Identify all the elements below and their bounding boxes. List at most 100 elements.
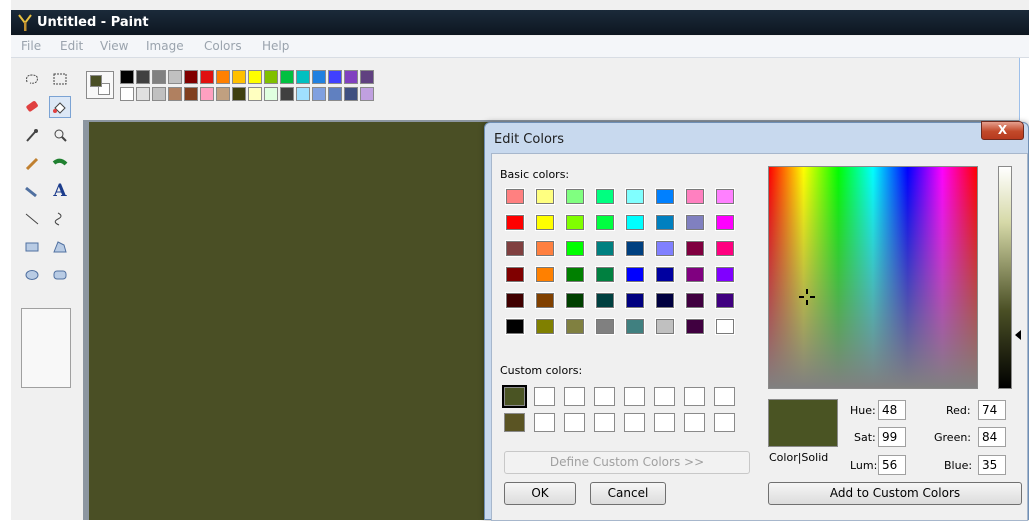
current-colors-box[interactable] [86,71,114,99]
basic-color-swatch[interactable] [685,240,705,257]
palette-swatch[interactable] [264,87,278,101]
foreground-color[interactable] [90,75,102,87]
eraser-tool[interactable] [21,96,43,118]
fill-tool[interactable] [49,96,71,118]
sat-field[interactable]: 99 [878,427,906,447]
palette-swatch[interactable] [296,70,310,84]
basic-color-swatch[interactable] [535,292,555,309]
basic-color-swatch[interactable] [505,266,525,283]
menu-colors[interactable]: Colors [204,39,242,53]
basic-color-swatch[interactable] [715,188,735,205]
basic-color-swatch[interactable] [625,292,645,309]
color-spectrum[interactable] [768,166,978,389]
basic-color-swatch[interactable] [565,188,585,205]
menu-file[interactable]: File [21,39,41,53]
custom-color-swatch[interactable] [684,387,705,406]
basic-color-swatch[interactable] [655,188,675,205]
cancel-button[interactable]: Cancel [590,482,666,505]
lum-field[interactable]: 56 [878,455,906,475]
custom-color-swatch[interactable] [654,387,675,406]
basic-color-swatch[interactable] [595,214,615,231]
basic-color-swatch[interactable] [505,318,525,335]
palette-swatch[interactable] [248,87,262,101]
red-field[interactable]: 74 [978,400,1006,420]
line-tool[interactable] [21,208,43,230]
basic-color-swatch[interactable] [715,214,735,231]
basic-color-swatch[interactable] [565,318,585,335]
basic-color-swatch[interactable] [715,240,735,257]
select-tool[interactable] [49,68,71,90]
palette-swatch[interactable] [216,70,230,84]
custom-color-swatch[interactable] [594,387,615,406]
curve-tool[interactable] [49,208,71,230]
ok-button[interactable]: OK [504,482,576,505]
free-form-select-tool[interactable] [21,68,43,90]
basic-color-swatch[interactable] [505,214,525,231]
pencil-tool[interactable] [21,152,43,174]
palette-swatch[interactable] [280,87,294,101]
tool-options-box[interactable] [21,308,71,388]
custom-color-swatch[interactable] [502,385,527,408]
add-to-custom-colors-button[interactable]: Add to Custom Colors [768,482,1022,505]
title-bar[interactable]: Untitled - Paint [11,10,1029,35]
custom-color-swatch[interactable] [714,413,735,432]
menu-view[interactable]: View [100,39,128,53]
menu-help[interactable]: Help [262,39,289,53]
basic-color-swatch[interactable] [565,240,585,257]
ellipse-tool[interactable] [21,264,43,286]
palette-swatch[interactable] [200,87,214,101]
palette-swatch[interactable] [296,87,310,101]
basic-color-swatch[interactable] [535,266,555,283]
basic-color-swatch[interactable] [595,266,615,283]
palette-swatch[interactable] [152,87,166,101]
basic-color-swatch[interactable] [685,266,705,283]
basic-color-swatch[interactable] [715,266,735,283]
basic-color-swatch[interactable] [505,292,525,309]
basic-color-swatch[interactable] [595,240,615,257]
custom-color-swatch[interactable] [624,413,645,432]
basic-color-swatch[interactable] [655,292,675,309]
custom-color-swatch[interactable] [714,387,735,406]
palette-swatch[interactable] [136,87,150,101]
custom-color-swatch[interactable] [564,387,585,406]
text-tool[interactable]: A [49,180,71,202]
palette-swatch[interactable] [200,70,214,84]
palette-swatch[interactable] [328,70,342,84]
custom-color-swatch[interactable] [564,413,585,432]
basic-color-swatch[interactable] [535,318,555,335]
custom-color-swatch[interactable] [624,387,645,406]
palette-swatch[interactable] [360,87,374,101]
menu-edit[interactable]: Edit [60,39,83,53]
green-field[interactable]: 84 [978,427,1006,447]
basic-color-swatch[interactable] [625,266,645,283]
basic-color-swatch[interactable] [505,188,525,205]
palette-swatch[interactable] [248,70,262,84]
basic-color-swatch[interactable] [505,240,525,257]
palette-swatch[interactable] [344,70,358,84]
basic-color-swatch[interactable] [685,292,705,309]
palette-swatch[interactable] [152,70,166,84]
pick-color-tool[interactable] [21,124,43,146]
palette-swatch[interactable] [312,87,326,101]
palette-swatch[interactable] [360,70,374,84]
basic-color-swatch[interactable] [685,188,705,205]
basic-color-swatch[interactable] [625,188,645,205]
basic-color-swatch[interactable] [655,318,675,335]
rectangle-tool[interactable] [21,236,43,258]
palette-swatch[interactable] [120,87,134,101]
palette-swatch[interactable] [312,70,326,84]
custom-color-swatch[interactable] [534,387,555,406]
basic-color-swatch[interactable] [595,292,615,309]
basic-color-swatch[interactable] [535,188,555,205]
basic-color-swatch[interactable] [625,214,645,231]
basic-color-swatch[interactable] [565,214,585,231]
basic-color-swatch[interactable] [685,214,705,231]
palette-swatch[interactable] [136,70,150,84]
palette-swatch[interactable] [264,70,278,84]
luminosity-bar[interactable] [998,166,1012,389]
palette-swatch[interactable] [168,87,182,101]
custom-color-swatch[interactable] [504,413,525,432]
palette-swatch[interactable] [280,70,294,84]
define-custom-colors-button[interactable]: Define Custom Colors >> [504,451,750,474]
polygon-tool[interactable] [49,236,71,258]
